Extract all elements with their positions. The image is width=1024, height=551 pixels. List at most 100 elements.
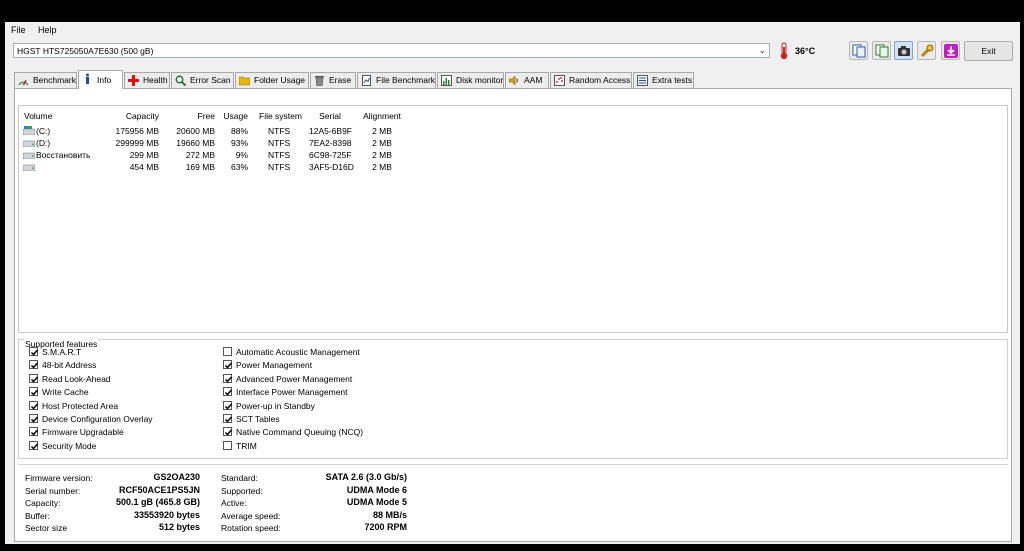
volume-file-system: NTFS — [268, 162, 291, 172]
copy-text-button[interactable] — [849, 41, 868, 60]
checkmark-icon — [224, 376, 233, 383]
feature-checkbox[interactable] — [223, 373, 233, 383]
menu-file[interactable]: File — [11, 25, 26, 35]
tab-file-benchmark[interactable]: File Benchmark — [357, 72, 436, 88]
save-button[interactable] — [941, 41, 960, 60]
folder-icon — [239, 76, 250, 86]
info-value: 7200 RPM — [364, 522, 407, 532]
info-label: Standard: — [221, 473, 258, 483]
menu-help[interactable]: Help — [38, 25, 57, 35]
column-header-alignment[interactable]: Alignment — [359, 111, 405, 121]
info-label: Capacity: — [25, 498, 61, 508]
volume-capacity: 299 MB — [129, 150, 159, 160]
drive-select[interactable]: HGST HTS725050A7E630 (500 gB) ⌄ — [13, 43, 770, 58]
screenshot-button[interactable] — [894, 41, 913, 60]
volume-alignment: 2 MB — [372, 150, 392, 160]
trash-icon — [315, 76, 324, 86]
column-header-free[interactable]: Free — [169, 111, 215, 121]
feature-label: Automatic Acoustic Management — [236, 347, 360, 357]
volume-capacity: 299999 MB — [115, 138, 159, 148]
checkmark-icon — [30, 349, 39, 356]
feature-checkbox[interactable] — [29, 360, 39, 370]
temperature-value: 36°C — [795, 46, 816, 56]
feature-checkbox[interactable] — [223, 414, 233, 423]
volume-name: (D:) — [36, 138, 51, 148]
feature-label: Power-up in Standby — [236, 400, 315, 411]
checkmark-icon — [30, 443, 39, 450]
volume-file-system: NTFS — [268, 138, 291, 148]
info-label: Sector size — [25, 523, 68, 533]
feature-checkbox[interactable] — [223, 360, 233, 370]
tab-benchmark[interactable]: Benchmark — [14, 72, 77, 88]
tab-random-access[interactable]: Random Access — [550, 72, 632, 88]
tab-health-label: Health — [143, 75, 168, 85]
feature-checkbox[interactable] — [29, 373, 39, 383]
feature-checkbox[interactable] — [29, 387, 39, 397]
tab-folder-usage[interactable]: Folder Usage — [235, 72, 309, 88]
volume-serial: 3AF5-D16D — [309, 162, 354, 172]
info-panel: Volume Capacity Free Usage File system S… — [14, 88, 1012, 542]
info-value: 33553920 bytes — [133, 509, 200, 520]
drive-icon — [23, 152, 35, 159]
tab-folder-usage-label: Folder Usage — [254, 75, 306, 85]
exit-button[interactable]: Exit — [964, 41, 1013, 61]
info-value: 88 MB/s — [372, 509, 407, 520]
copy-all-button[interactable] — [872, 41, 891, 60]
volume-row[interactable]: Восстановить 299 MB 272 MB 9% NTFS 6C98-… — [19, 149, 1007, 161]
options-button[interactable] — [917, 41, 936, 60]
checkmark-icon — [224, 416, 233, 423]
feature-checkbox[interactable] — [29, 427, 39, 437]
column-header-volume[interactable]: Volume — [24, 111, 52, 121]
feature-checkbox[interactable] — [223, 347, 232, 356]
feature-label: Interface Power Management — [236, 387, 348, 398]
feature-checkbox[interactable] — [29, 414, 39, 423]
feature-checkbox[interactable] — [223, 400, 233, 410]
feature-checkbox[interactable] — [223, 427, 233, 437]
tab-health[interactable]: Health — [124, 72, 170, 88]
column-header-usage[interactable]: Usage — [219, 111, 248, 121]
tab-info[interactable]: Info — [78, 70, 123, 89]
menu-file-label: File — [11, 25, 26, 35]
volume-row[interactable]: (C:) 175956 MB 20600 MB 88% NTFS 12A5-6B… — [19, 125, 1007, 137]
checkmark-icon — [224, 403, 233, 410]
extra-tests-icon — [637, 75, 648, 86]
info-value: SATA 2.6 (3.0 Gb/s) — [325, 472, 407, 482]
volume-file-system: NTFS — [268, 126, 291, 136]
volume-usage: 9% — [235, 150, 248, 160]
info-value: UDMA Mode 6 — [346, 484, 407, 495]
tab-error-scan[interactable]: Error Scan — [171, 72, 234, 88]
tab-info-label: Info — [97, 75, 112, 85]
drive-info-section: Firmware version: GS2OA230 Serial number: R… — [18, 464, 1008, 538]
volume-row[interactable]: 454 MB 169 MB 63% NTFS 3AF5-D16D 2 MB — [19, 161, 1007, 173]
tab-erase[interactable]: Erase — [310, 72, 356, 88]
volume-list[interactable]: Volume Capacity Free Usage File system S… — [18, 105, 1008, 333]
volume-free: 272 MB — [185, 150, 215, 160]
volume-free: 20600 MB — [176, 126, 215, 136]
column-header-file-system[interactable]: File system — [259, 111, 302, 121]
tab-erase-label: Erase — [329, 75, 352, 85]
feature-checkbox[interactable] — [223, 440, 232, 450]
feature-checkbox[interactable] — [223, 387, 233, 397]
column-header-capacity[interactable]: Capacity — [109, 111, 159, 121]
tab-aam[interactable]: AAM — [505, 72, 549, 88]
supported-features-group: Supported features S.M.A.R.T 48-bit Addre… — [18, 339, 1008, 459]
feature-label: Security Mode — [42, 440, 97, 451]
feature-label: S.M.A.R.T — [42, 347, 82, 357]
volume-serial: 12A5-6B9F — [309, 126, 352, 136]
volume-row[interactable]: (D:) 299999 MB 19660 MB 93% NTFS 7EA2-83… — [19, 137, 1007, 149]
copy-text-icon — [852, 44, 866, 58]
feature-checkbox[interactable] — [29, 440, 39, 450]
tab-extra-tests[interactable]: Extra tests — [633, 72, 694, 88]
menu-bar: File Help — [5, 22, 1020, 38]
feature-checkbox[interactable] — [29, 347, 39, 356]
column-header-serial[interactable]: Serial — [309, 111, 351, 121]
checkmark-icon — [30, 362, 39, 369]
feature-checkbox[interactable] — [29, 400, 39, 410]
feature-label: Host Protected Area — [42, 400, 119, 411]
download-icon — [944, 44, 958, 58]
disk-monitor-icon — [441, 75, 452, 86]
feature-label: Write Cache — [42, 387, 89, 398]
wrench-icon — [920, 44, 934, 58]
tab-aam-label: AAM — [524, 75, 543, 85]
tab-disk-monitor[interactable]: Disk monitor — [437, 72, 504, 88]
